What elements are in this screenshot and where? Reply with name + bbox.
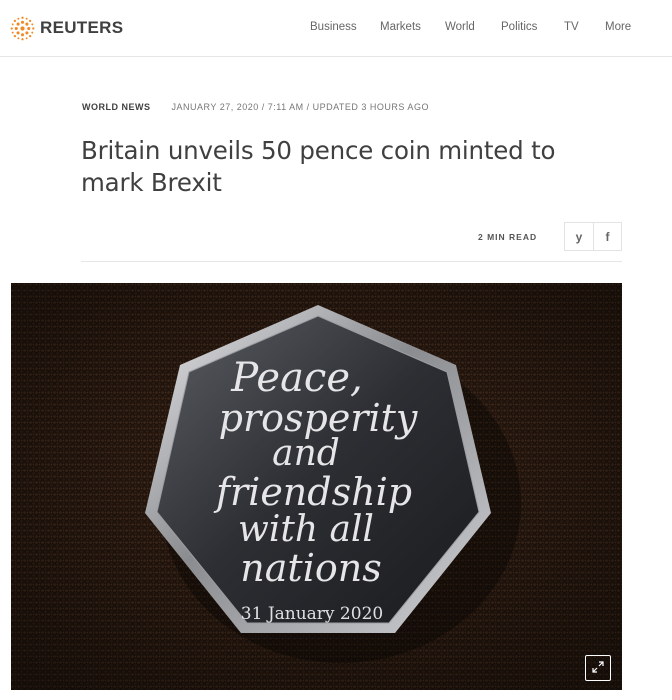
facebook-icon: f [605, 229, 610, 244]
coin-line-6: nations [240, 546, 381, 590]
article-photo[interactable]: Peace, prosperity and friendship with al… [11, 283, 622, 690]
facebook-share-button[interactable]: f [592, 223, 621, 250]
article-headline: Britain unveils 50 pence coin minted to … [81, 136, 556, 197]
coin-line-1: Peace, [230, 355, 362, 401]
twitter-share-button[interactable]: y [565, 223, 593, 250]
share-buttons: y f [564, 222, 622, 251]
expand-photo-button[interactable] [585, 655, 611, 681]
site-header: REUTERS Business Markets World Politics … [0, 0, 672, 57]
coin-line-3: and [272, 433, 340, 474]
article-meta: WORLD NEWS JANUARY 27, 2020 / 7:11 AM / … [82, 102, 429, 112]
expand-icon [592, 660, 604, 676]
twitter-icon: y [575, 229, 583, 244]
nav-item-tv[interactable]: TV [564, 21, 579, 33]
read-time: 2 MIN READ [478, 232, 538, 242]
coin-line-4: friendship [213, 470, 412, 514]
coin-line-5: with all [238, 509, 374, 550]
nav-item-world[interactable]: World [445, 21, 475, 33]
coin-photo: Peace, prosperity and friendship with al… [11, 283, 622, 690]
coin-date: 31 January 2020 [241, 604, 383, 624]
section-link[interactable]: WORLD NEWS [82, 102, 151, 112]
main-nav: Business Markets World Politics TV More [0, 21, 672, 37]
nav-item-politics[interactable]: Politics [501, 21, 537, 33]
divider [81, 261, 622, 262]
nav-item-business[interactable]: Business [310, 21, 357, 33]
nav-item-markets[interactable]: Markets [380, 21, 421, 33]
nav-item-more[interactable]: More [605, 21, 631, 33]
article-dateline: JANUARY 27, 2020 / 7:11 AM / UPDATED 3 H… [171, 102, 429, 112]
